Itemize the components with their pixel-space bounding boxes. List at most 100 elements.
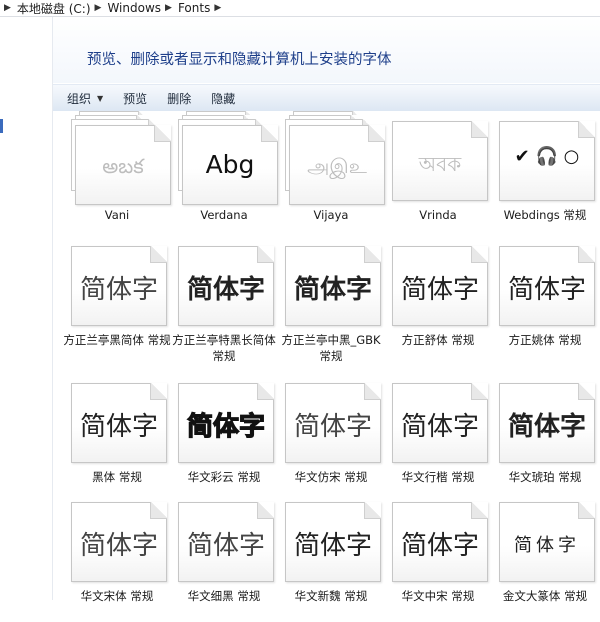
font-file-icon: 简体字 [499, 373, 595, 463]
font-item[interactable]: 简体字方正兰亭中黑_GBK 常规 [267, 236, 381, 366]
font-item[interactable]: 简体字华文宋体 常规 [53, 492, 167, 622]
font-item[interactable]: అబక Vani [53, 111, 171, 241]
chevron-right-icon[interactable]: ▶ [95, 3, 102, 13]
font-item[interactable]: 简体字 金文大篆体 常规 [481, 492, 595, 622]
font-sample-text: 简体字 [293, 275, 372, 305]
organize-button[interactable]: 组织 ▼ [53, 85, 113, 111]
font-name-label: 方正姚体 常规 [508, 333, 582, 347]
hide-button[interactable]: 隐藏 [201, 85, 245, 111]
font-name-label: 华文宋体 常规 [80, 589, 154, 603]
delete-button[interactable]: 删除 [157, 85, 201, 111]
font-item[interactable]: 简体字方正舒体 常规 [374, 236, 488, 366]
font-item[interactable]: 简体字方正兰亭特黑长简体 常规 [160, 236, 276, 366]
font-file-icon: 简体字 [392, 373, 488, 463]
font-file-icon: 简体字 [178, 373, 274, 463]
font-preview-page: Abg [182, 125, 278, 205]
font-grid: అబక Vani Abg Verdana அஇஉ Vijaya অবক Vrinda ✔ 🎧 ○… [53, 111, 600, 603]
font-file-icon: 简体字 [285, 373, 381, 463]
font-sample-text: 简体字 [400, 275, 479, 305]
font-file-icon: 简体字 [285, 236, 381, 326]
font-sample-text: 简体字 [507, 412, 586, 442]
font-item[interactable]: 简体字华文仿宋 常规 [267, 373, 381, 503]
font-name-label: 华文彩云 常规 [187, 470, 261, 484]
font-file-icon: 简体字 [285, 492, 381, 582]
font-name-label: Webdings 常规 [503, 208, 587, 222]
font-file-icon: அஇஉ [285, 111, 385, 205]
font-sample-text: 简体字 [293, 531, 372, 561]
font-sample-text: 简体字 [186, 275, 265, 305]
font-sample-text: 简体字 [79, 275, 158, 305]
font-file-icon: 简体字 [71, 236, 167, 326]
font-name-label: 华文仿宋 常规 [294, 470, 368, 484]
font-preview-page: 简体字 [285, 502, 381, 582]
font-preview-page: অবক [392, 121, 488, 201]
organize-label: 组织 [67, 91, 92, 106]
font-name-label: 方正兰亭特黑长简体 常规 [172, 333, 276, 363]
font-name-label: 华文新魏 常规 [294, 589, 368, 603]
page-fold [578, 246, 595, 263]
font-sample-text: অবক [418, 152, 462, 176]
font-sample-text: 简体字 [400, 412, 479, 442]
font-sample-text: 简体字 [514, 535, 580, 556]
font-sample-text: Abg [205, 150, 255, 179]
font-sample-text: 简体字 [186, 411, 265, 442]
page-fold [578, 502, 595, 519]
font-item[interactable]: 简体字华文彩云 常规 [160, 373, 274, 503]
font-preview-page: 简体字 [71, 246, 167, 326]
chevron-right-icon[interactable]: ▶ [4, 3, 11, 13]
font-preview-page: 简体字 [71, 383, 167, 463]
font-item[interactable]: 简体字华文新魏 常规 [267, 492, 381, 622]
chevron-right-icon[interactable]: ▶ [214, 3, 221, 13]
font-preview-page: 简体字 [499, 502, 595, 582]
font-preview-page: 简体字 [499, 246, 595, 326]
font-preview-page: 简体字 [178, 383, 274, 463]
font-item[interactable]: Abg Verdana [160, 111, 278, 241]
font-preview-page: 简体字 [392, 383, 488, 463]
font-name-label: 黑体 常规 [92, 470, 142, 484]
font-preview-page: ✔ 🎧 ○ [499, 121, 595, 201]
font-item[interactable]: 简体字 方正兰亭黑简体 常规 [53, 236, 171, 366]
font-name-label: Vrinda [419, 208, 457, 222]
breadcrumb: ▶ 本地磁盘 (C:) ▶ Windows ▶ Fonts ▶ [0, 0, 227, 17]
page-fold [578, 383, 595, 400]
font-item[interactable]: 简体字 华文中宋 常规 [374, 492, 488, 622]
font-file-icon: অবক [392, 111, 488, 201]
font-sample-text: అబక [102, 154, 144, 178]
font-preview-page: 简体字 [285, 246, 381, 326]
font-preview-page: 简体字 [178, 246, 274, 326]
font-item[interactable]: 简体字 华文细黑 常规 [160, 492, 274, 622]
font-item[interactable]: 简体字 黑体 常规 [53, 373, 167, 503]
navigation-pane[interactable] [0, 17, 53, 600]
font-name-label: 方正兰亭中黑_GBK 常规 [281, 333, 381, 363]
font-item[interactable]: 简体字 华文琥珀 常规 [481, 373, 595, 503]
font-item[interactable]: 简体字方正姚体 常规 [481, 236, 595, 366]
font-preview-page: 简体字 [71, 502, 167, 582]
nav-selection-indicator [0, 119, 3, 133]
font-preview-page: 简体字 [392, 502, 488, 582]
font-item[interactable]: ✔ 🎧 ○ Webdings 常规 [481, 111, 595, 241]
font-name-label: Vani [104, 208, 130, 222]
font-file-icon: ✔ 🎧 ○ [499, 111, 595, 201]
font-preview-page: அஇஉ [289, 125, 385, 205]
breadcrumb-item-windows[interactable]: Windows [107, 1, 161, 15]
font-item[interactable]: அஇஉ Vijaya [267, 111, 385, 241]
page-fold [578, 121, 595, 138]
font-preview-page: 简体字 [499, 383, 595, 463]
font-file-icon: 简体字 [499, 236, 595, 326]
font-sample-text: 简体字 [186, 531, 265, 561]
header-band: 预览、删除或者显示和隐藏计算机上安装的字体 [53, 17, 600, 83]
font-name-label: Vijaya [313, 208, 349, 222]
font-file-icon: 简体字 [178, 236, 274, 326]
breadcrumb-item-fonts[interactable]: Fonts [178, 1, 210, 15]
font-preview-page: 简体字 [392, 246, 488, 326]
preview-button[interactable]: 预览 [113, 85, 157, 111]
font-name-label: 方正舒体 常规 [401, 333, 475, 347]
font-sample-text: 简体字 [507, 275, 586, 305]
font-preview-page: అబక [75, 125, 171, 205]
breadcrumb-item-local-disk[interactable]: 本地磁盘 (C:) [17, 0, 91, 17]
font-item[interactable]: 简体字 华文行楷 常规 [374, 373, 488, 503]
chevron-right-icon[interactable]: ▶ [165, 3, 172, 13]
font-file-icon: Abg [178, 111, 278, 205]
font-item[interactable]: অবক Vrinda [374, 111, 488, 241]
address-bar[interactable]: ▶ 本地磁盘 (C:) ▶ Windows ▶ Fonts ▶ [0, 0, 600, 17]
